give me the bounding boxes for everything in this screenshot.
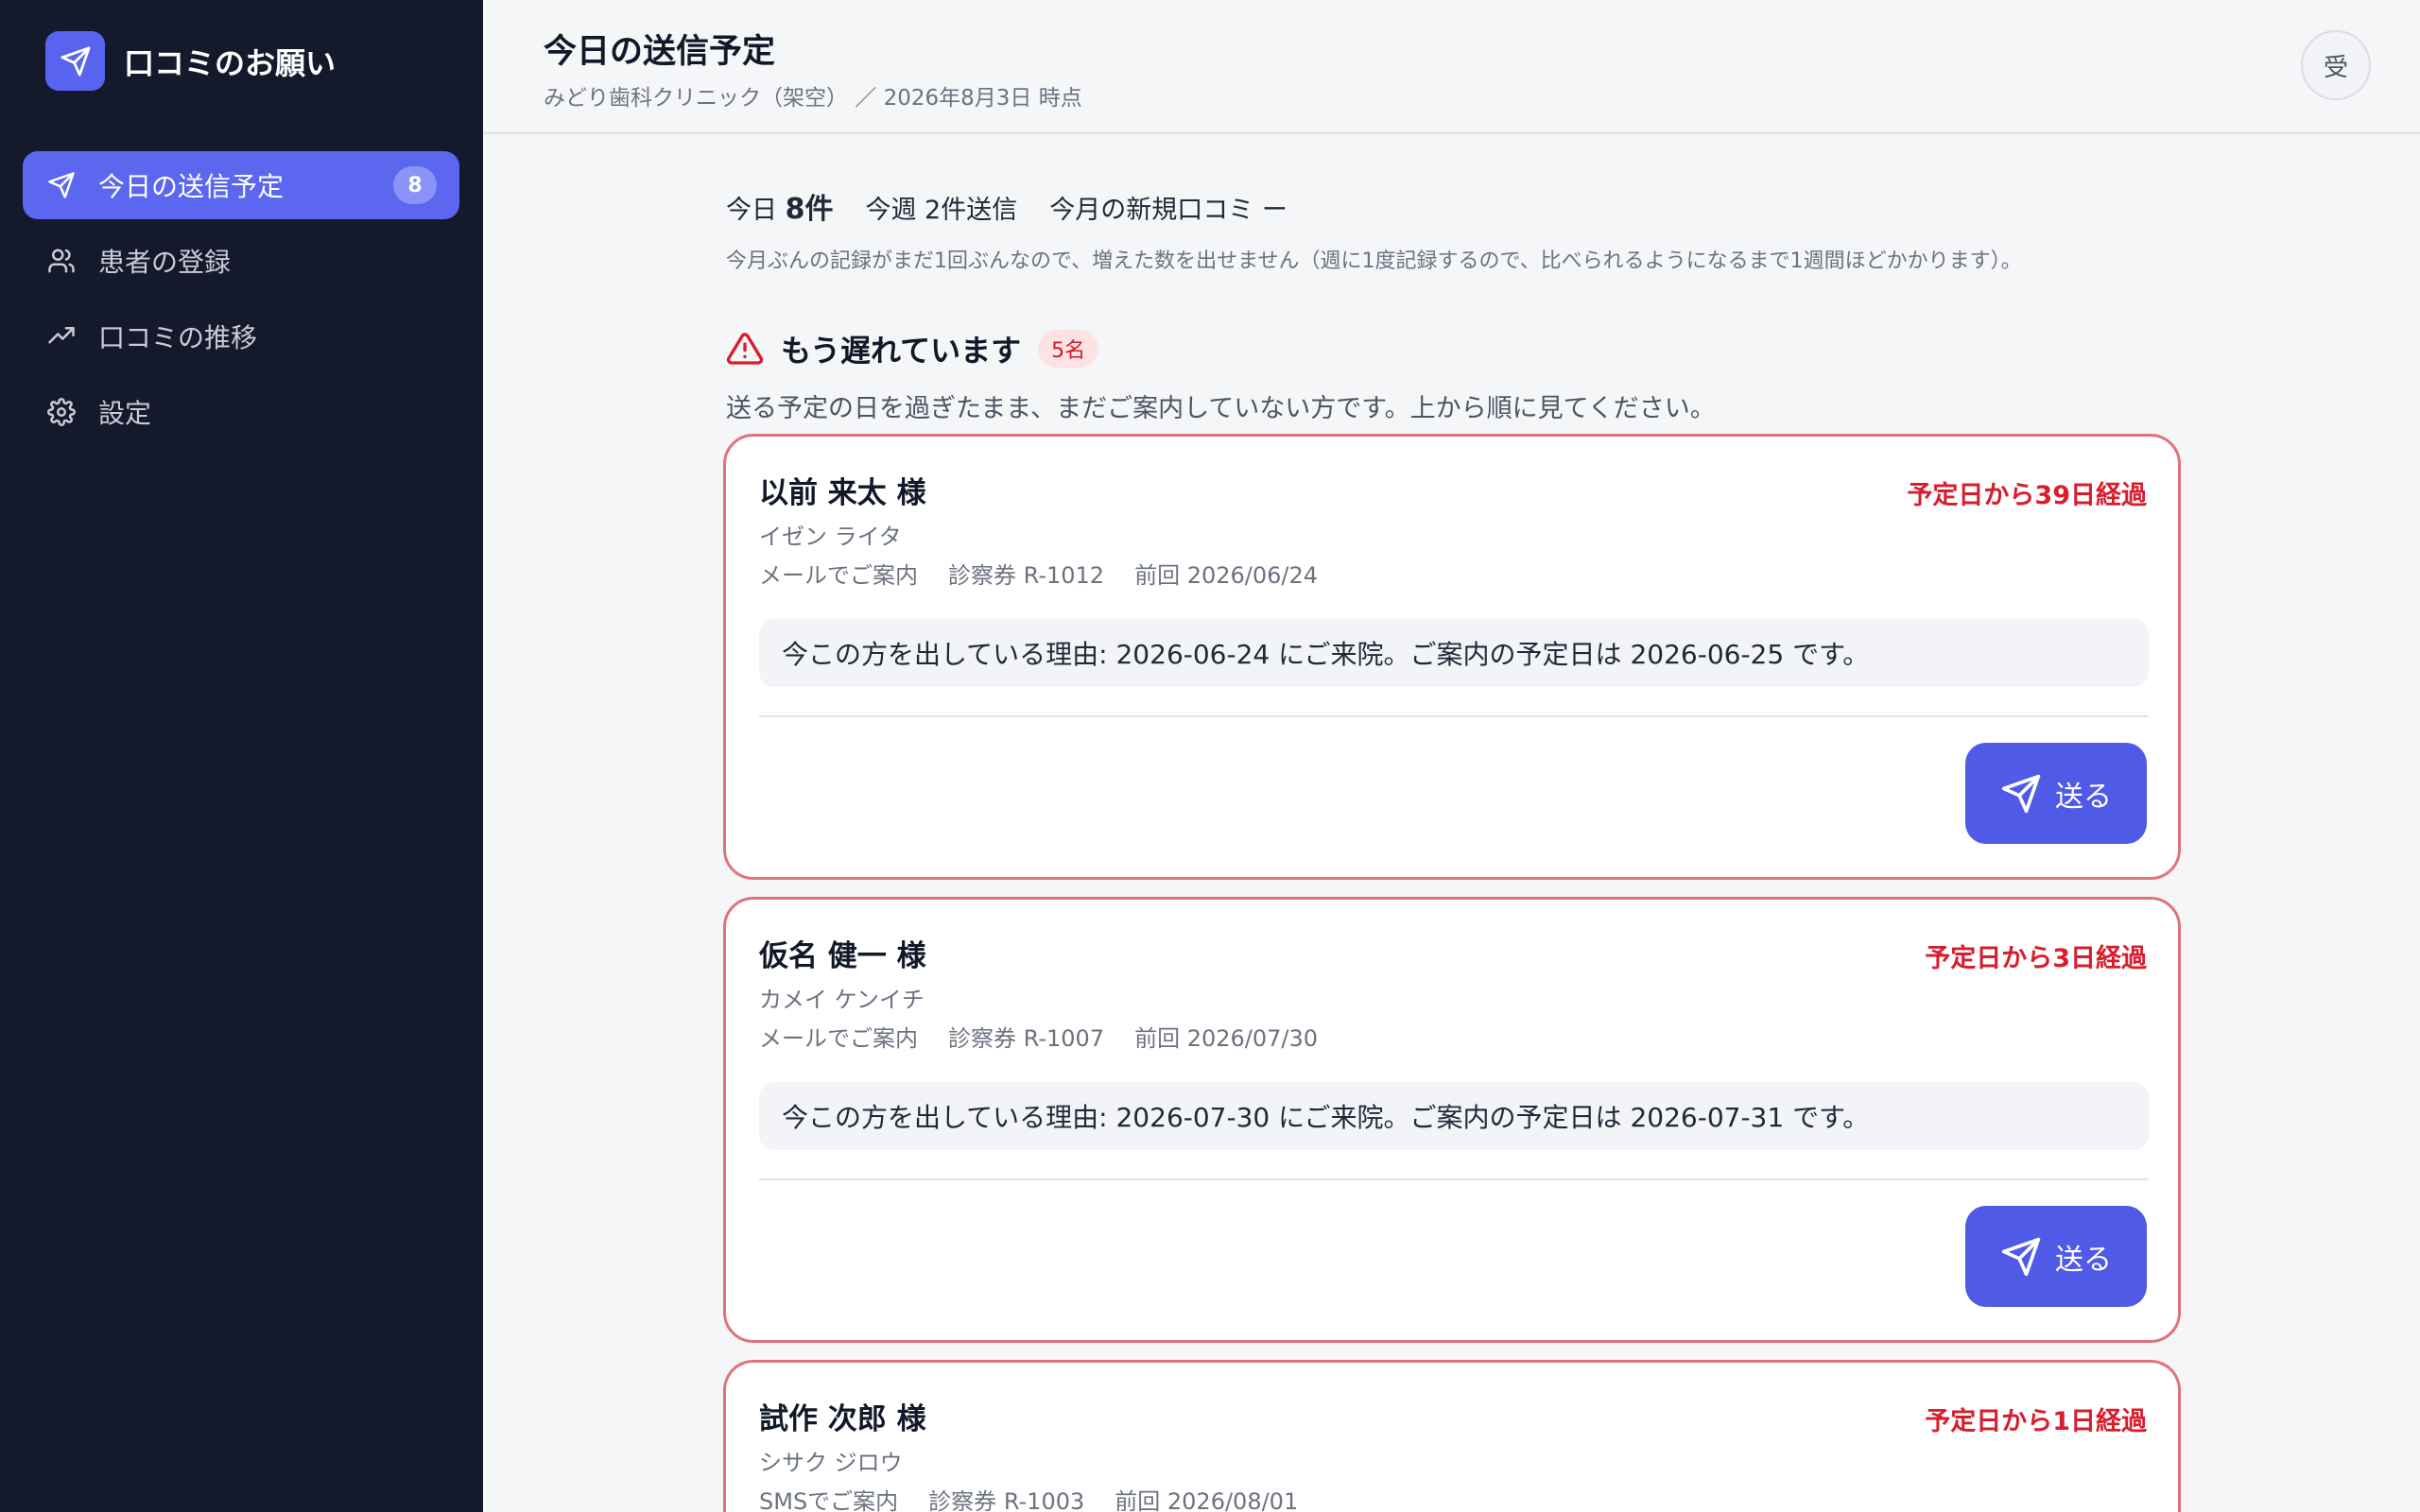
stat-week: 今週 2件送信 <box>865 196 1018 225</box>
section-description: 送る予定の日を過ぎたまま、まだご案内していない方です。上から順に見てください。 <box>726 394 1716 423</box>
brand[interactable]: 口コミのお願い <box>45 31 336 91</box>
sidebar-nav: 今日の送信予定 8 患者の登録 口コミの推移 設定 <box>23 151 459 454</box>
ticket-number: 診察券 R-1012 <box>948 562 1105 589</box>
page-title: 今日の送信予定 <box>544 33 776 71</box>
sidebar-item-review-trend[interactable]: 口コミの推移 <box>23 302 459 370</box>
count-badge: 5名 <box>1038 330 1099 368</box>
patient-card: 試作 次郎 様 予定日から1日経過 シサク ジロウ SMSでご案内 診察券 R-… <box>723 1360 2181 1512</box>
contact-channel: メールでご案内 <box>759 1025 918 1052</box>
warning-icon <box>726 330 764 368</box>
count-badge: 8 <box>393 166 437 204</box>
send-icon <box>2001 1237 2041 1276</box>
last-visit: 前回 2026/07/30 <box>1134 1025 1319 1052</box>
reason-box: 今この方を出している理由: 2026-06-24 にご来院。ご案内の予定日は 2… <box>759 619 2149 687</box>
sidebar-item-today-schedule[interactable]: 今日の送信予定 8 <box>23 151 459 219</box>
last-visit: 前回 2026/06/24 <box>1134 562 1319 589</box>
section-title: もう遅れています <box>781 333 1022 369</box>
avatar[interactable]: 受 <box>2301 30 2371 100</box>
sidebar-item-label: 設定 <box>98 398 152 429</box>
send-button-label: 送る <box>2055 780 2112 814</box>
stats-summary: 今日 8件 今週 2件送信 今月の新規口コミ ー <box>726 185 2182 227</box>
sidebar: 口コミのお願い 今日の送信予定 8 患者の登録 口コミの推移 設定 <box>0 0 483 1512</box>
patient-meta: メールでご案内 診察券 R-1007 前回 2026/07/30 <box>759 1020 1348 1053</box>
patient-meta: SMSでご案内 診察券 R-1003 前回 2026/08/01 <box>759 1483 1328 1512</box>
send-button-label: 送る <box>2055 1243 2112 1277</box>
patient-kana: イゼン ライタ <box>759 524 902 550</box>
stat-today-label: 今日 <box>726 196 786 225</box>
contact-channel: SMSでご案内 <box>759 1488 899 1512</box>
stat-today: 今日 8件 <box>726 185 833 227</box>
send-button[interactable]: 送る <box>1965 1206 2147 1307</box>
stats-note: 今月ぶんの記録がまだ1回ぶんなので、増えた数を出せません（週に1度記録するので、… <box>726 249 2022 273</box>
patient-name: 仮名 健一 様 <box>759 939 926 973</box>
send-icon <box>45 31 105 91</box>
page-header: 今日の送信予定 みどり歯科クリニック（架空） ／ 2026年8月3日 時点 受 <box>483 0 2420 134</box>
page-subtitle: みどり歯科クリニック（架空） ／ 2026年8月3日 時点 <box>544 86 1082 111</box>
patient-kana: シサク ジロウ <box>759 1450 903 1476</box>
ticket-number: 診察券 R-1003 <box>928 1488 1085 1512</box>
overdue-label: 予定日から39日経過 <box>1907 481 2147 510</box>
overdue-label: 予定日から3日経過 <box>1925 944 2147 973</box>
patient-name: 以前 来太 様 <box>759 476 926 510</box>
overdue-section-header: もう遅れています 5名 <box>726 327 2182 370</box>
stat-month: 今月の新規口コミ ー <box>1049 196 1288 225</box>
send-icon <box>2001 774 2041 813</box>
patient-kana: カメイ ケンイチ <box>759 987 925 1013</box>
app-title: 口コミのお願い <box>124 44 337 81</box>
sidebar-item-settings[interactable]: 設定 <box>23 378 459 446</box>
reason-box: 今この方を出している理由: 2026-07-30 にご来院。ご案内の予定日は 2… <box>759 1082 2149 1150</box>
patient-card: 仮名 健一 様 予定日から3日経過 カメイ ケンイチ メールでご案内 診察券 R… <box>723 897 2181 1343</box>
main-content: 今日 8件 今週 2件送信 今月の新規口コミ ー 今月ぶんの記録がまだ1回ぶんな… <box>726 185 2182 424</box>
sidebar-item-label: 患者の登録 <box>98 247 232 278</box>
sidebar-item-label: 今日の送信予定 <box>98 171 285 202</box>
ticket-number: 診察券 R-1007 <box>948 1025 1105 1052</box>
sidebar-item-label: 口コミの推移 <box>98 322 258 353</box>
gear-icon <box>45 396 78 428</box>
patient-card: 以前 来太 様 予定日から39日経過 イゼン ライタ メールでご案内 診察券 R… <box>723 434 2181 880</box>
divider <box>759 1178 2149 1180</box>
stat-today-count: 8件 <box>785 193 834 226</box>
contact-channel: メールでご案内 <box>759 562 918 589</box>
patient-meta: メールでご案内 診察券 R-1012 前回 2026/06/24 <box>759 557 1348 590</box>
sidebar-item-patient-registration[interactable]: 患者の登録 <box>23 227 459 295</box>
patient-name: 試作 次郎 様 <box>759 1402 926 1436</box>
divider <box>759 715 2149 717</box>
trend-icon <box>45 320 78 352</box>
send-icon <box>45 169 78 201</box>
last-visit: 前回 2026/08/01 <box>1115 1488 1299 1512</box>
users-icon <box>45 245 78 277</box>
send-button[interactable]: 送る <box>1965 743 2147 844</box>
overdue-label: 予定日から1日経過 <box>1925 1407 2147 1436</box>
